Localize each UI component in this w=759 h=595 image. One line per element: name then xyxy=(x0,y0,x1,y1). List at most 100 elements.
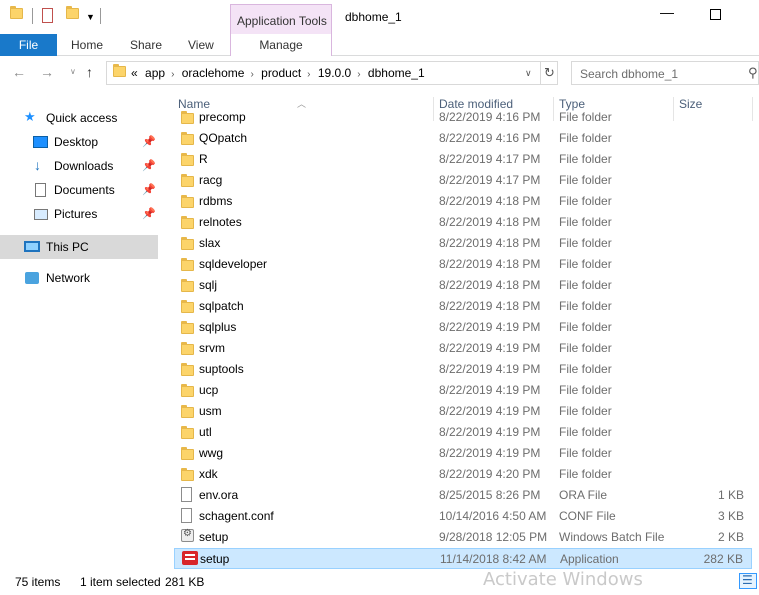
sidebar-item-label: Pictures xyxy=(54,207,98,221)
tab-view[interactable]: View xyxy=(188,34,214,56)
tab-file[interactable]: File xyxy=(0,34,57,56)
file-type: File folder xyxy=(559,362,612,376)
pin-icon[interactable]: 📌 xyxy=(142,159,156,172)
table-row[interactable]: slax 8/22/2019 4:18 PM File folder xyxy=(174,233,752,254)
pin-icon[interactable]: 📌 xyxy=(142,183,156,196)
file-date: 9/28/2018 12:05 PM xyxy=(439,530,548,544)
table-row[interactable]: xdk 8/22/2019 4:20 PM File folder xyxy=(174,464,752,485)
breadcrumb-item[interactable]: product xyxy=(261,66,301,80)
file-size: 282 KB xyxy=(703,552,743,566)
file-name: usm xyxy=(199,404,222,418)
new-folder-icon[interactable] xyxy=(66,6,79,22)
address-dropdown-icon[interactable]: ∨ xyxy=(525,68,532,79)
pin-icon[interactable]: 📌 xyxy=(142,207,156,220)
sidebar-item-this-pc[interactable]: This PC xyxy=(0,235,158,259)
details-view-icon[interactable] xyxy=(739,573,757,589)
table-row[interactable]: QOpatch 8/22/2019 4:16 PM File folder xyxy=(174,128,752,149)
file-name: ucp xyxy=(199,383,219,397)
minimize-icon[interactable]: — xyxy=(660,4,674,20)
file-name: xdk xyxy=(199,467,218,481)
file-type: File folder xyxy=(559,425,612,439)
table-row[interactable]: sqlj 8/22/2019 4:18 PM File folder xyxy=(174,275,752,296)
search-placeholder: Search dbhome_1 xyxy=(580,67,679,81)
sidebar-item-quick-access[interactable]: ★ Quick access xyxy=(0,107,158,129)
chevron-right-icon[interactable]: › xyxy=(307,69,310,80)
file-type: Application xyxy=(560,552,619,566)
sidebar-item-pictures[interactable]: Pictures 📌 xyxy=(0,203,158,225)
table-row[interactable]: racg 8/22/2019 4:17 PM File folder xyxy=(174,170,752,191)
selection-count: 1 item selected xyxy=(80,575,161,589)
sidebar-item-network[interactable]: Network xyxy=(0,267,158,289)
file-name: QOpatch xyxy=(199,131,248,145)
file-size: 1 KB xyxy=(717,488,744,502)
table-row[interactable]: R 8/22/2019 4:17 PM File folder xyxy=(174,149,752,170)
properties-icon[interactable] xyxy=(42,8,53,26)
file-name: precomp xyxy=(199,110,246,124)
breadcrumb-item[interactable]: app xyxy=(145,66,165,80)
search-input[interactable]: Search dbhome_1 ⚲ xyxy=(571,61,759,85)
table-row[interactable]: sqldeveloper 8/22/2019 4:18 PM File folder xyxy=(174,254,752,275)
file-date: 8/22/2019 4:18 PM xyxy=(439,236,541,250)
file-date: 11/14/2018 8:42 AM xyxy=(440,552,547,566)
file-list: ︿ Name Date modified Type Size precomp 8/… xyxy=(174,91,759,569)
table-row[interactable]: rdbms 8/22/2019 4:18 PM File folder xyxy=(174,191,752,212)
table-row[interactable]: setup 9/28/2018 12:05 PM Windows Batch Fil… xyxy=(174,527,752,548)
file-date: 8/22/2019 4:17 PM xyxy=(439,173,541,187)
tab-manage[interactable]: Manage xyxy=(230,34,332,56)
breadcrumb-item[interactable]: dbhome_1 xyxy=(368,66,425,80)
table-row[interactable]: sqlplus 8/22/2019 4:19 PM File folder xyxy=(174,317,752,338)
customize-toolbar-icon[interactable]: ▼ xyxy=(86,12,95,22)
table-row[interactable]: setup 11/14/2018 8:42 AM Application 282 KB xyxy=(174,548,752,569)
file-type: File folder xyxy=(559,278,612,292)
activation-watermark: Activate Windows xyxy=(483,569,643,590)
sidebar-item-desktop[interactable]: Desktop 📌 xyxy=(0,131,158,153)
refresh-icon[interactable]: ↻ xyxy=(540,62,558,84)
sidebar-item-downloads[interactable]: ↓ Downloads 📌 xyxy=(0,155,158,177)
tab-share[interactable]: Share xyxy=(130,34,162,56)
table-row[interactable]: suptools 8/22/2019 4:19 PM File folder xyxy=(174,359,752,380)
table-row[interactable]: env.ora 8/25/2015 8:26 PM ORA File 1 KB xyxy=(174,485,752,506)
pin-icon[interactable]: 📌 xyxy=(142,135,156,148)
chevron-right-icon[interactable]: › xyxy=(357,69,360,80)
table-row[interactable]: wwg 8/22/2019 4:19 PM File folder xyxy=(174,443,752,464)
up-arrow-icon[interactable]: ↑ xyxy=(86,64,93,80)
file-type: File folder xyxy=(559,236,612,250)
table-row[interactable]: srvm 8/22/2019 4:19 PM File folder xyxy=(174,338,752,359)
sidebar-item-label: Quick access xyxy=(46,111,118,125)
file-name: relnotes xyxy=(199,215,242,229)
maximize-icon[interactable] xyxy=(710,9,721,20)
column-divider[interactable] xyxy=(752,97,753,121)
file-date: 8/22/2019 4:18 PM xyxy=(439,215,541,229)
file-date: 8/22/2019 4:19 PM xyxy=(439,341,541,355)
table-row[interactable]: utl 8/22/2019 4:19 PM File folder xyxy=(174,422,752,443)
search-icon[interactable]: ⚲ xyxy=(748,65,758,81)
table-row[interactable]: sqlpatch 8/22/2019 4:18 PM File folder xyxy=(174,296,752,317)
sidebar-item-documents[interactable]: Documents 📌 xyxy=(0,179,158,201)
tab-home[interactable]: Home xyxy=(71,34,103,56)
table-row[interactable]: precomp 8/22/2019 4:16 PM File folder xyxy=(174,107,752,128)
folder-icon xyxy=(181,258,194,274)
back-arrow-icon[interactable]: ← xyxy=(12,64,26,80)
table-row[interactable]: usm 8/22/2019 4:19 PM File folder xyxy=(174,401,752,422)
breadcrumb-item[interactable]: oraclehome xyxy=(182,66,245,80)
table-row[interactable]: schagent.conf 10/14/2016 4:50 AM CONF File… xyxy=(174,506,752,527)
folder-icon[interactable] xyxy=(10,6,23,22)
recent-locations-icon[interactable]: ∨ xyxy=(70,67,76,76)
chevron-right-icon[interactable]: › xyxy=(171,69,174,80)
context-tab-group-label: Application Tools xyxy=(237,14,327,28)
table-row[interactable]: ucp 8/22/2019 4:19 PM File folder xyxy=(174,380,752,401)
file-date: 8/22/2019 4:18 PM xyxy=(439,278,541,292)
file-date: 8/22/2019 4:18 PM xyxy=(439,257,541,271)
breadcrumb-item[interactable]: 19.0.0 xyxy=(318,66,351,80)
file-date: 8/22/2019 4:16 PM xyxy=(439,110,541,124)
desktop-icon xyxy=(33,136,48,151)
table-row[interactable]: relnotes 8/22/2019 4:18 PM File folder xyxy=(174,212,752,233)
breadcrumb-overflow[interactable]: « xyxy=(131,66,138,80)
address-bar[interactable]: « app › oraclehome › product › 19.0.0 › dbho… xyxy=(106,61,558,85)
chevron-right-icon[interactable]: › xyxy=(250,69,253,80)
file-date: 8/22/2019 4:19 PM xyxy=(439,362,541,376)
forward-arrow-icon[interactable]: → xyxy=(40,64,54,80)
file-date: 8/22/2019 4:19 PM xyxy=(439,425,541,439)
document-icon xyxy=(181,487,192,505)
file-name: setup xyxy=(199,530,229,544)
